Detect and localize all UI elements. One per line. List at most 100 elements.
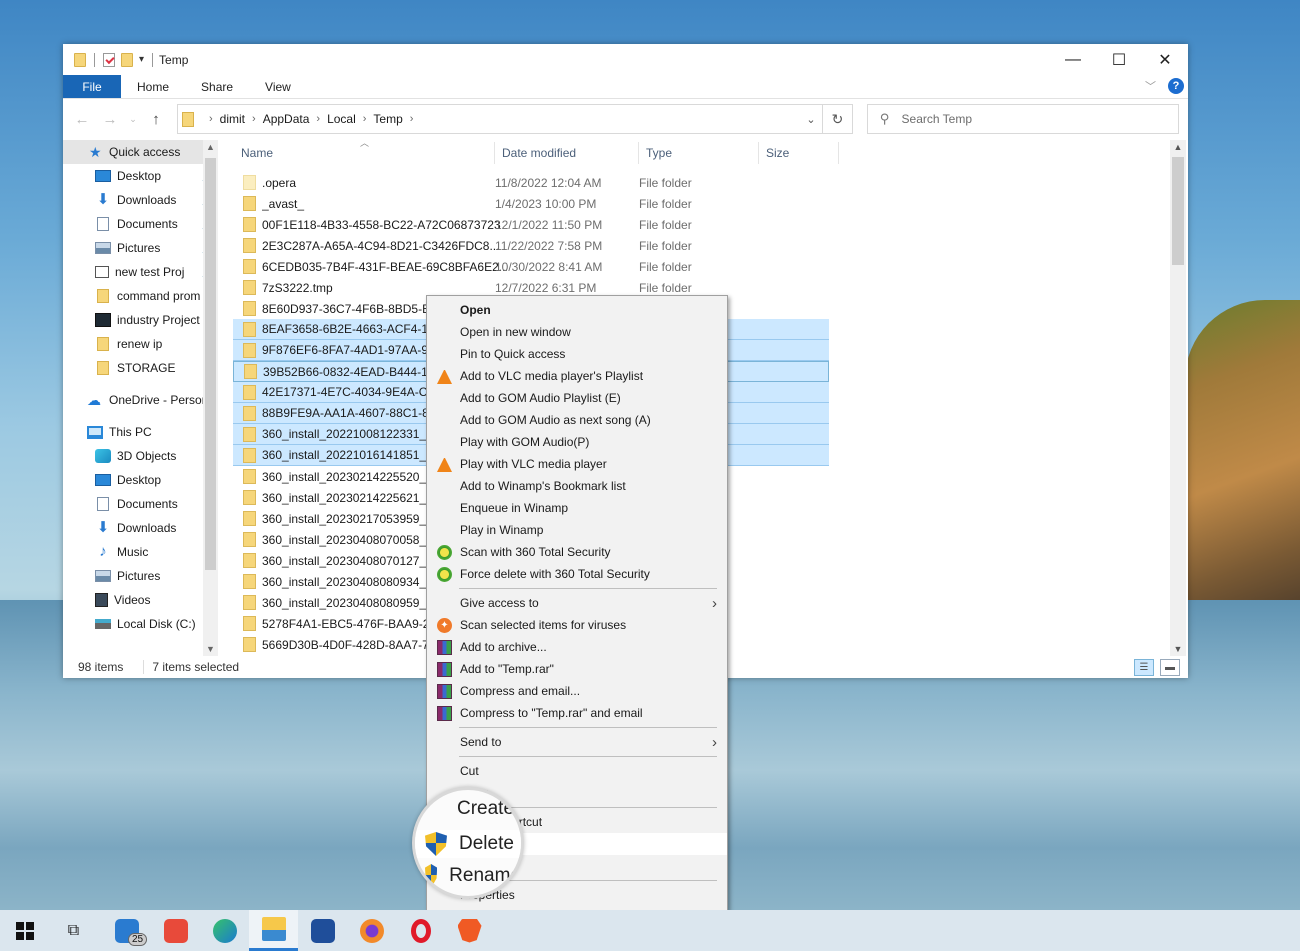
menu-item-add-to-vlc-media-player-s-playlist[interactable]: Add to VLC media player's Playlist (427, 365, 727, 387)
column-type[interactable]: Type (646, 146, 672, 160)
column-divider[interactable] (838, 142, 839, 164)
sidebar-item-music[interactable]: ♪ Music (63, 540, 218, 564)
sidebar-item-pc-pictures[interactable]: Pictures (63, 564, 218, 588)
refresh-button[interactable]: ↻ (822, 105, 852, 133)
large-icons-view-icon[interactable]: ▬ (1160, 659, 1180, 676)
search-input[interactable]: ⚲ Search Temp (867, 104, 1179, 134)
menu-item-scan-with-360-total-security[interactable]: Scan with 360 Total Security (427, 541, 727, 563)
menu-item-pin-to-quick-access[interactable]: Pin to Quick access (427, 343, 727, 365)
column-name[interactable]: Name (241, 146, 273, 160)
tab-home[interactable]: Home (121, 75, 185, 98)
menu-item-add-to-archive[interactable]: Add to archive... (427, 636, 727, 658)
taskbar-mail[interactable]: 25 (102, 910, 151, 951)
menu-item-play-with-gom-audio-p[interactable]: Play with GOM Audio(P) (427, 431, 727, 453)
menu-item-add-to-temp-rar[interactable]: Add to "Temp.rar" (427, 658, 727, 680)
close-button[interactable]: ✕ (1142, 44, 1188, 75)
taskbar-file-explorer[interactable] (249, 910, 298, 951)
sidebar-item-pictures[interactable]: Pictures 📌 (63, 236, 218, 260)
address-dropdown-icon[interactable]: ⌄ (800, 105, 822, 133)
menu-item-force-delete-with-360-total-security[interactable]: Force delete with 360 Total Security (427, 563, 727, 585)
sidebar-item-local-disk[interactable]: Local Disk (C:) (63, 612, 218, 636)
sidebar-item-pc-desktop[interactable]: Desktop (63, 468, 218, 492)
menu-item-open-in-new-window[interactable]: Open in new window (427, 321, 727, 343)
taskbar-microsoft-store[interactable] (298, 910, 347, 951)
expand-ribbon-icon[interactable]: ﹀ (1145, 78, 1156, 94)
file-row[interactable]: 6CEDB035-7B4F-431F-BEAE-69C8BFA6E2... 10/… (233, 256, 829, 277)
sidebar-item-new-test-project[interactable]: new test Proj 📌 (63, 260, 218, 284)
menu-item-cut[interactable]: Cut (427, 760, 727, 782)
taskbar-gom-player[interactable] (151, 910, 200, 951)
taskbar-opera[interactable] (396, 910, 445, 951)
menu-item-compress-and-email[interactable]: Compress and email... (427, 680, 727, 702)
start-button[interactable] (0, 910, 49, 951)
breadcrumb-temp[interactable]: Temp (373, 112, 402, 126)
file-row[interactable]: 2E3C287A-A65A-4C94-8D21-C3426FDC8... 11/2… (233, 235, 829, 256)
breadcrumb-dimit[interactable]: dimit (220, 112, 245, 126)
file-row[interactable]: .opera 11/8/2022 12:04 AM File folder (233, 172, 829, 193)
task-view-button[interactable]: ⧉ (49, 910, 98, 951)
taskbar-edge[interactable] (200, 910, 249, 951)
properties-icon[interactable] (103, 52, 115, 67)
sidebar-item-downloads[interactable]: ⬇ Downloads 📌 (63, 188, 218, 212)
back-button[interactable]: ← (71, 111, 93, 128)
menu-item-give-access-to[interactable]: Give access to › (427, 592, 727, 614)
tab-view[interactable]: View (249, 75, 307, 98)
minimize-button[interactable]: — (1050, 44, 1096, 75)
customize-toolbar-icon[interactable]: ▾ (139, 54, 144, 65)
scroll-up-icon[interactable]: ▲ (203, 142, 218, 152)
menu-item-add-to-gom-audio-playlist-e[interactable]: Add to GOM Audio Playlist (E) (427, 387, 727, 409)
address-bar[interactable]: › dimit › AppData › Local › Temp › ⌄ ↻ (177, 104, 853, 134)
menu-item-scan-selected-items-for-viruses[interactable]: ✦ Scan selected items for viruses (427, 614, 727, 636)
sidebar-item-renew-ip[interactable]: renew ip (63, 332, 218, 356)
menu-item-play-with-vlc-media-player[interactable]: Play with VLC media player (427, 453, 727, 475)
help-icon[interactable]: ? (1168, 78, 1184, 94)
column-divider[interactable] (758, 142, 759, 164)
maximize-button[interactable]: ☐ (1096, 44, 1142, 75)
sidebar-item-pc-downloads[interactable]: ⬇ Downloads (63, 516, 218, 540)
taskbar-brave[interactable] (445, 910, 494, 951)
breadcrumb-appdata[interactable]: AppData (263, 112, 310, 126)
scroll-up-icon[interactable]: ▲ (1170, 142, 1186, 152)
taskbar-firefox[interactable] (347, 910, 396, 951)
menu-item-compress-to-temp-rar-and-email[interactable]: Compress to "Temp.rar" and email (427, 702, 727, 724)
menu-item-send-to[interactable]: Send to › (427, 731, 727, 753)
chevron-right-icon[interactable]: › (209, 113, 213, 125)
menu-item-enqueue-in-winamp[interactable]: Enqueue in Winamp (427, 497, 727, 519)
sidebar-scrollbar[interactable]: ▲ ▼ (203, 140, 218, 656)
scrollbar-thumb[interactable] (205, 158, 216, 570)
scroll-down-icon[interactable]: ▼ (203, 644, 218, 654)
file-row[interactable]: _avast_ 1/4/2023 10:00 PM File folder (233, 193, 829, 214)
sidebar-item-storage[interactable]: STORAGE (63, 356, 218, 380)
sidebar-item-documents[interactable]: Documents 📌 (63, 212, 218, 236)
new-folder-icon[interactable] (121, 52, 133, 67)
breadcrumb-local[interactable]: Local (327, 112, 356, 126)
details-view-icon[interactable]: ☰ (1134, 659, 1154, 676)
sidebar-item-desktop[interactable]: Desktop 📌 (63, 164, 218, 188)
menu-item-open[interactable]: Open (427, 299, 727, 321)
forward-button[interactable]: → (99, 111, 121, 128)
sidebar-item-industry-project[interactable]: industry Project (63, 308, 218, 332)
sidebar-item-pc-documents[interactable]: Documents (63, 492, 218, 516)
chevron-right-icon[interactable]: › (410, 113, 414, 125)
sidebar-item-command-prompt[interactable]: command prom (63, 284, 218, 308)
menu-item-add-to-winamp-s-bookmark-list[interactable]: Add to Winamp's Bookmark list (427, 475, 727, 497)
column-date-modified[interactable]: Date modified (502, 146, 576, 160)
column-divider[interactable] (494, 142, 495, 164)
scrollbar-thumb[interactable] (1172, 157, 1184, 265)
sidebar-item-quick-access[interactable]: ★ Quick access (63, 140, 218, 164)
scroll-down-icon[interactable]: ▼ (1170, 644, 1186, 654)
file-row[interactable]: 00F1E118-4B33-4558-BC22-A72C06873723 12/1… (233, 214, 829, 235)
up-button[interactable]: ↑ (145, 111, 167, 128)
title-bar[interactable]: ▾ Temp — ☐ ✕ (63, 44, 1188, 75)
menu-item-add-to-gom-audio-as-next-song-a[interactable]: Add to GOM Audio as next song (A) (427, 409, 727, 431)
column-divider[interactable] (638, 142, 639, 164)
chevron-right-icon[interactable]: › (252, 113, 256, 125)
tab-share[interactable]: Share (185, 75, 249, 98)
file-list-scrollbar[interactable]: ▲ ▼ (1170, 140, 1186, 656)
tab-file[interactable]: File (63, 75, 121, 98)
sidebar-item-3d-objects[interactable]: 3D Objects (63, 444, 218, 468)
menu-item-play-in-winamp[interactable]: Play in Winamp (427, 519, 727, 541)
chevron-right-icon[interactable]: › (316, 113, 320, 125)
sidebar-item-onedrive[interactable]: ☁ OneDrive - Persor (63, 388, 218, 412)
column-size[interactable]: Size (766, 146, 789, 160)
